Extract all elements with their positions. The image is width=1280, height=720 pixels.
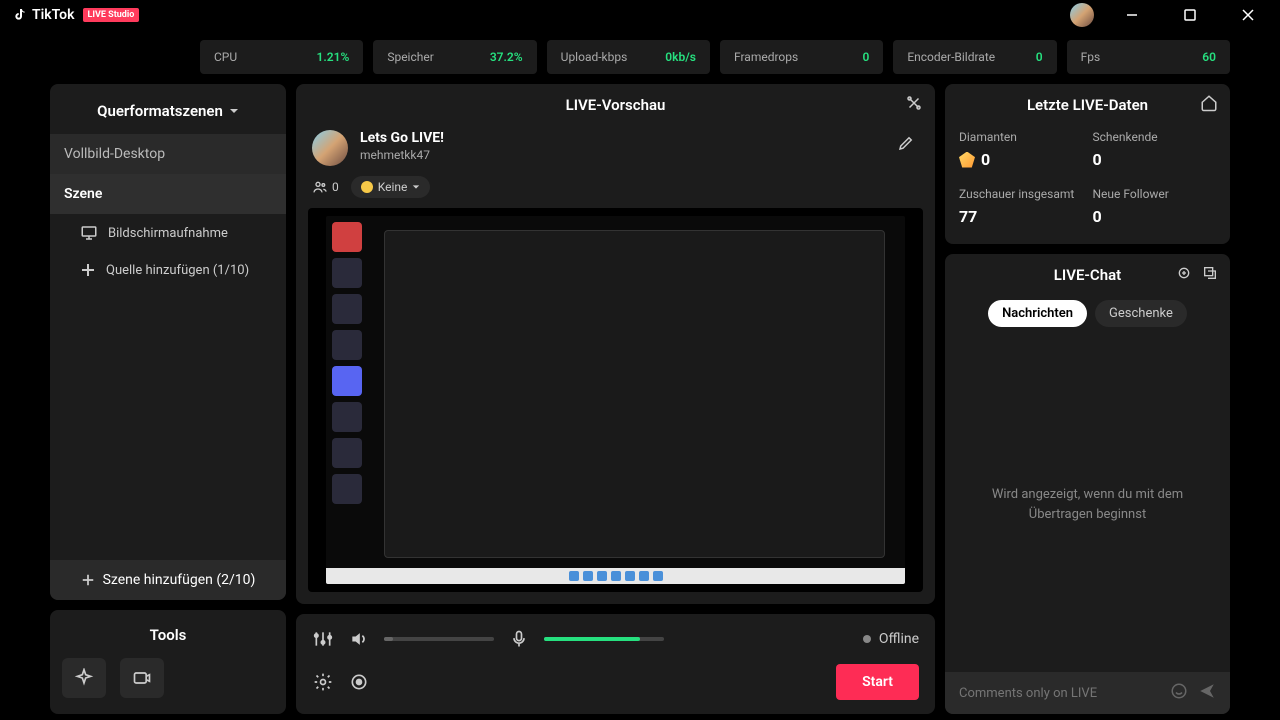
viewer-count: 0 [312, 179, 339, 195]
stat-framedrops: Framedrops0 [720, 40, 883, 74]
popout-icon [1202, 265, 1218, 281]
stat-fps: Fps60 [1067, 40, 1230, 74]
crossed-tools-icon [905, 94, 923, 112]
record-icon [349, 672, 369, 692]
close-button[interactable] [1228, 2, 1268, 28]
stat-diamonds: Diamanten0 [959, 130, 1083, 169]
chat-popout-button[interactable] [1202, 265, 1218, 285]
data-home-button[interactable] [1200, 94, 1218, 116]
speaker-button[interactable] [348, 628, 370, 650]
pencil-icon [897, 134, 915, 152]
mic-volume-slider[interactable] [544, 637, 664, 641]
monitor-icon [80, 224, 98, 242]
controls-panel: Offline Start [296, 614, 935, 714]
tool-camera-button[interactable] [120, 658, 164, 698]
start-button[interactable]: Start [836, 664, 919, 700]
scene-szene[interactable]: Szene [50, 174, 286, 214]
coin-icon [361, 181, 373, 193]
sparkle-icon [74, 668, 94, 688]
stream-title: Lets Go LIVE! [360, 130, 881, 146]
stream-username: mehmetkk47 [360, 148, 881, 162]
sliders-icon [313, 629, 333, 649]
chevron-down-icon [229, 106, 239, 116]
add-scene-button[interactable]: Szene hinzufügen (2/10) [50, 560, 286, 600]
chat-send-button[interactable] [1198, 682, 1216, 704]
stat-cpu: CPU1.21% [200, 40, 363, 74]
chevron-down-icon [412, 183, 420, 191]
mic-icon [509, 629, 529, 649]
stat-upload: Upload-kbps0kb/s [547, 40, 710, 74]
gear-plus-icon [1176, 265, 1192, 281]
category-dropdown[interactable]: Keine [351, 176, 431, 198]
preview-title: LIVE-Vorschau [566, 96, 666, 114]
titlebar-left: TikTok LIVE Studio [12, 7, 139, 23]
maximize-button[interactable] [1170, 2, 1210, 28]
live-studio-badge: LIVE Studio [83, 8, 140, 22]
speaker-volume-slider[interactable] [384, 637, 494, 641]
app-name: TikTok [32, 7, 75, 23]
status-dot-icon [863, 635, 871, 643]
stat-gifters: Schenkende0 [1093, 130, 1217, 169]
tool-effects-button[interactable] [62, 658, 106, 698]
mic-button[interactable] [508, 628, 530, 650]
mixer-button[interactable] [312, 628, 334, 650]
minimize-button[interactable] [1112, 2, 1152, 28]
stat-encoder: Encoder-Bildrate0 [893, 40, 1056, 74]
gear-icon [313, 672, 333, 692]
chat-emoji-button[interactable] [1170, 682, 1188, 704]
scene-fullscreen-desktop[interactable]: Vollbild-Desktop [50, 134, 286, 174]
smile-icon [1170, 682, 1188, 700]
people-icon [312, 179, 328, 195]
chat-settings-button[interactable] [1176, 265, 1192, 285]
source-screen-capture[interactable]: Bildschirmaufnahme [62, 214, 274, 252]
record-button[interactable] [348, 671, 370, 693]
stream-status: Offline [863, 631, 919, 647]
diamond-icon [959, 152, 975, 168]
chat-tab-messages[interactable]: Nachrichten [988, 300, 1087, 327]
tools-title: Tools [62, 622, 274, 658]
chat-input-row [945, 672, 1230, 714]
stats-bar: CPU1.21% Speicher37.2% Upload-kbps0kb/s … [0, 30, 1280, 84]
home-icon [1200, 94, 1218, 112]
preview-tools-button[interactable] [905, 94, 923, 116]
camera-icon [132, 668, 152, 688]
chat-empty-state: Wird angezeigt, wenn du mit dem Übertrag… [957, 337, 1218, 672]
tools-panel: Tools [50, 610, 286, 714]
live-data-panel: Letzte LIVE-Daten Diamanten0 Schenkende0… [945, 84, 1230, 244]
preview-content [326, 216, 904, 585]
edit-stream-button[interactable] [893, 130, 919, 160]
chat-title: LIVE-Chat [1054, 266, 1121, 284]
scenes-dropdown[interactable]: Querformatszenen [62, 96, 274, 134]
preview-area[interactable] [308, 208, 923, 592]
app-logo: TikTok LIVE Studio [12, 7, 139, 23]
stat-mem: Speicher37.2% [373, 40, 536, 74]
stream-info: Lets Go LIVE! mehmetkk47 [308, 124, 923, 172]
stat-total-viewers: Zuschauer insgesamt77 [959, 187, 1083, 226]
add-source-button[interactable]: Quelle hinzufügen (1/10) [62, 252, 274, 288]
chat-tab-gifts[interactable]: Geschenke [1095, 300, 1187, 327]
send-icon [1198, 682, 1216, 700]
preview-panel: LIVE-Vorschau Lets Go LIVE! mehmetkk47 0 [296, 84, 935, 604]
stream-avatar [312, 130, 348, 166]
chat-panel: LIVE-Chat Nachrichten Geschenke Wird ang… [945, 254, 1230, 714]
user-avatar[interactable] [1070, 3, 1094, 27]
settings-button[interactable] [312, 671, 334, 693]
plus-icon [80, 262, 96, 278]
stat-new-followers: Neue Follower0 [1093, 187, 1217, 226]
live-data-title: Letzte LIVE-Daten [1027, 96, 1148, 114]
scenes-panel: Querformatszenen Vollbild-Desktop Szene … [50, 84, 286, 600]
titlebar: TikTok LIVE Studio [0, 0, 1280, 30]
titlebar-right [1070, 2, 1268, 28]
chat-input[interactable] [959, 686, 1160, 701]
speaker-icon [349, 629, 369, 649]
plus-icon [81, 573, 95, 587]
